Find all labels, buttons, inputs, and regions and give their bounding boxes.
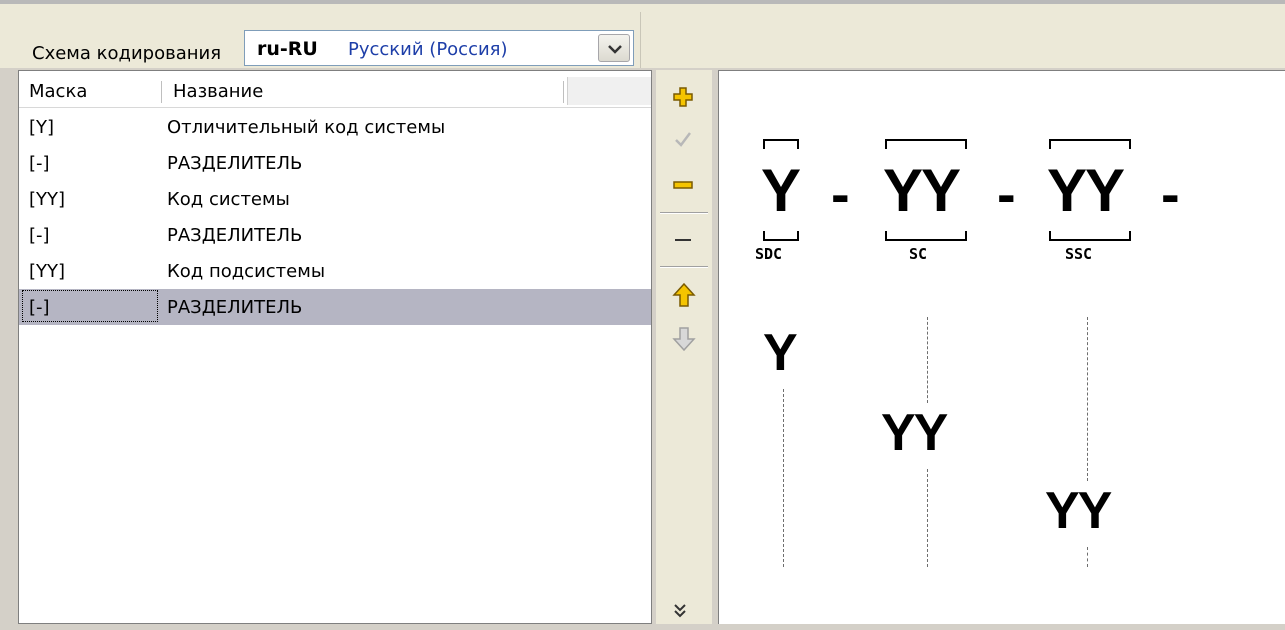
- table-row[interactable]: [YY] Код системы: [19, 181, 651, 217]
- table-row[interactable]: [Y] Отличительный код системы: [19, 109, 651, 145]
- move-up-button[interactable]: [656, 274, 712, 310]
- column-resize-handle[interactable]: [563, 81, 564, 103]
- more-button[interactable]: [656, 594, 712, 630]
- separator-text: -: [831, 162, 850, 225]
- bracket-top: [1049, 139, 1131, 149]
- add-segment-button[interactable]: [656, 78, 712, 114]
- cell-name: Отличительный код системы: [167, 117, 446, 138]
- move-down-icon: [672, 327, 696, 352]
- remove-icon: [673, 181, 693, 189]
- segment-text: YY: [883, 157, 961, 224]
- mask-preview: Y SDC - YY SC - YY SSC - Y YY YY: [718, 70, 1285, 624]
- cell-mask: [YY]: [29, 261, 66, 282]
- cell-name: РАЗДЕЛИТЕЛЬ: [167, 297, 303, 318]
- header-filler: [567, 77, 651, 105]
- cell-name: Код системы: [167, 189, 290, 210]
- separator-button[interactable]: [656, 220, 712, 256]
- hierarchy-level-3: YY: [1045, 482, 1112, 540]
- cell-mask: [-]: [22, 290, 158, 322]
- scheme-language: Русский (Россия): [348, 39, 508, 60]
- bracket-top: [763, 139, 799, 149]
- table-row[interactable]: [-] РАЗДЕЛИТЕЛЬ: [19, 145, 651, 181]
- cell-mask: [-]: [29, 153, 50, 174]
- segment-label: SSC: [1065, 245, 1093, 263]
- segment-label: SC: [909, 245, 928, 263]
- column-header-mask[interactable]: Маска: [29, 81, 87, 102]
- chevron-down-icon: [608, 45, 622, 54]
- hierarchy-level-2: YY: [881, 404, 948, 462]
- scheme-code: ru-RU: [257, 38, 318, 60]
- bracket-bottom: [1049, 231, 1131, 241]
- mask-grid: Маска Название [Y] Отличительный код сис…: [18, 70, 652, 624]
- apply-button[interactable]: [656, 120, 712, 156]
- separator-text: -: [997, 162, 1016, 225]
- cell-name: РАЗДЕЛИТЕЛЬ: [167, 225, 303, 246]
- segment-text: Y: [761, 157, 801, 224]
- cell-mask: [-]: [29, 225, 50, 246]
- segment-label: SDC: [755, 245, 783, 263]
- bracket-bottom: [763, 231, 799, 241]
- toolbar-empty-area: [641, 10, 1285, 68]
- dash-icon: [675, 239, 691, 241]
- hierarchy-level-1: Y: [763, 324, 798, 382]
- cell-name: РАЗДЕЛИТЕЛЬ: [167, 153, 303, 174]
- cell-mask: [YY]: [29, 189, 66, 210]
- scheme-label: Схема кодирования: [32, 43, 222, 64]
- remove-segment-button[interactable]: [656, 166, 712, 202]
- dropdown-button[interactable]: [598, 34, 630, 62]
- more-chevron-icon: [674, 604, 686, 618]
- segment-text: YY: [1047, 157, 1125, 224]
- table-row[interactable]: [YY] Код подсистемы: [19, 253, 651, 289]
- scheme-select[interactable]: ru-RU Русский (Россия): [244, 30, 634, 66]
- move-up-icon: [672, 282, 696, 307]
- table-row-selected[interactable]: [-] РАЗДЕЛИТЕЛЬ: [19, 289, 651, 325]
- table-row[interactable]: [-] РАЗДЕЛИТЕЛЬ: [19, 217, 651, 253]
- bracket-bottom: [885, 231, 967, 241]
- toolbar: Схема кодирования ru-RU Русский (Россия): [0, 10, 1285, 68]
- add-icon: [673, 87, 693, 107]
- cell-name: Код подсистемы: [167, 261, 326, 282]
- grid-header: Маска Название: [19, 71, 651, 108]
- move-down-button[interactable]: [656, 318, 712, 354]
- separator-text: -: [1161, 162, 1180, 225]
- cell-mask: [Y]: [29, 117, 55, 138]
- bracket-top: [885, 139, 967, 149]
- segment-toolbar: [656, 70, 712, 624]
- check-icon: [675, 132, 691, 147]
- column-resize-handle[interactable]: [161, 81, 162, 103]
- column-header-name[interactable]: Название: [173, 81, 263, 102]
